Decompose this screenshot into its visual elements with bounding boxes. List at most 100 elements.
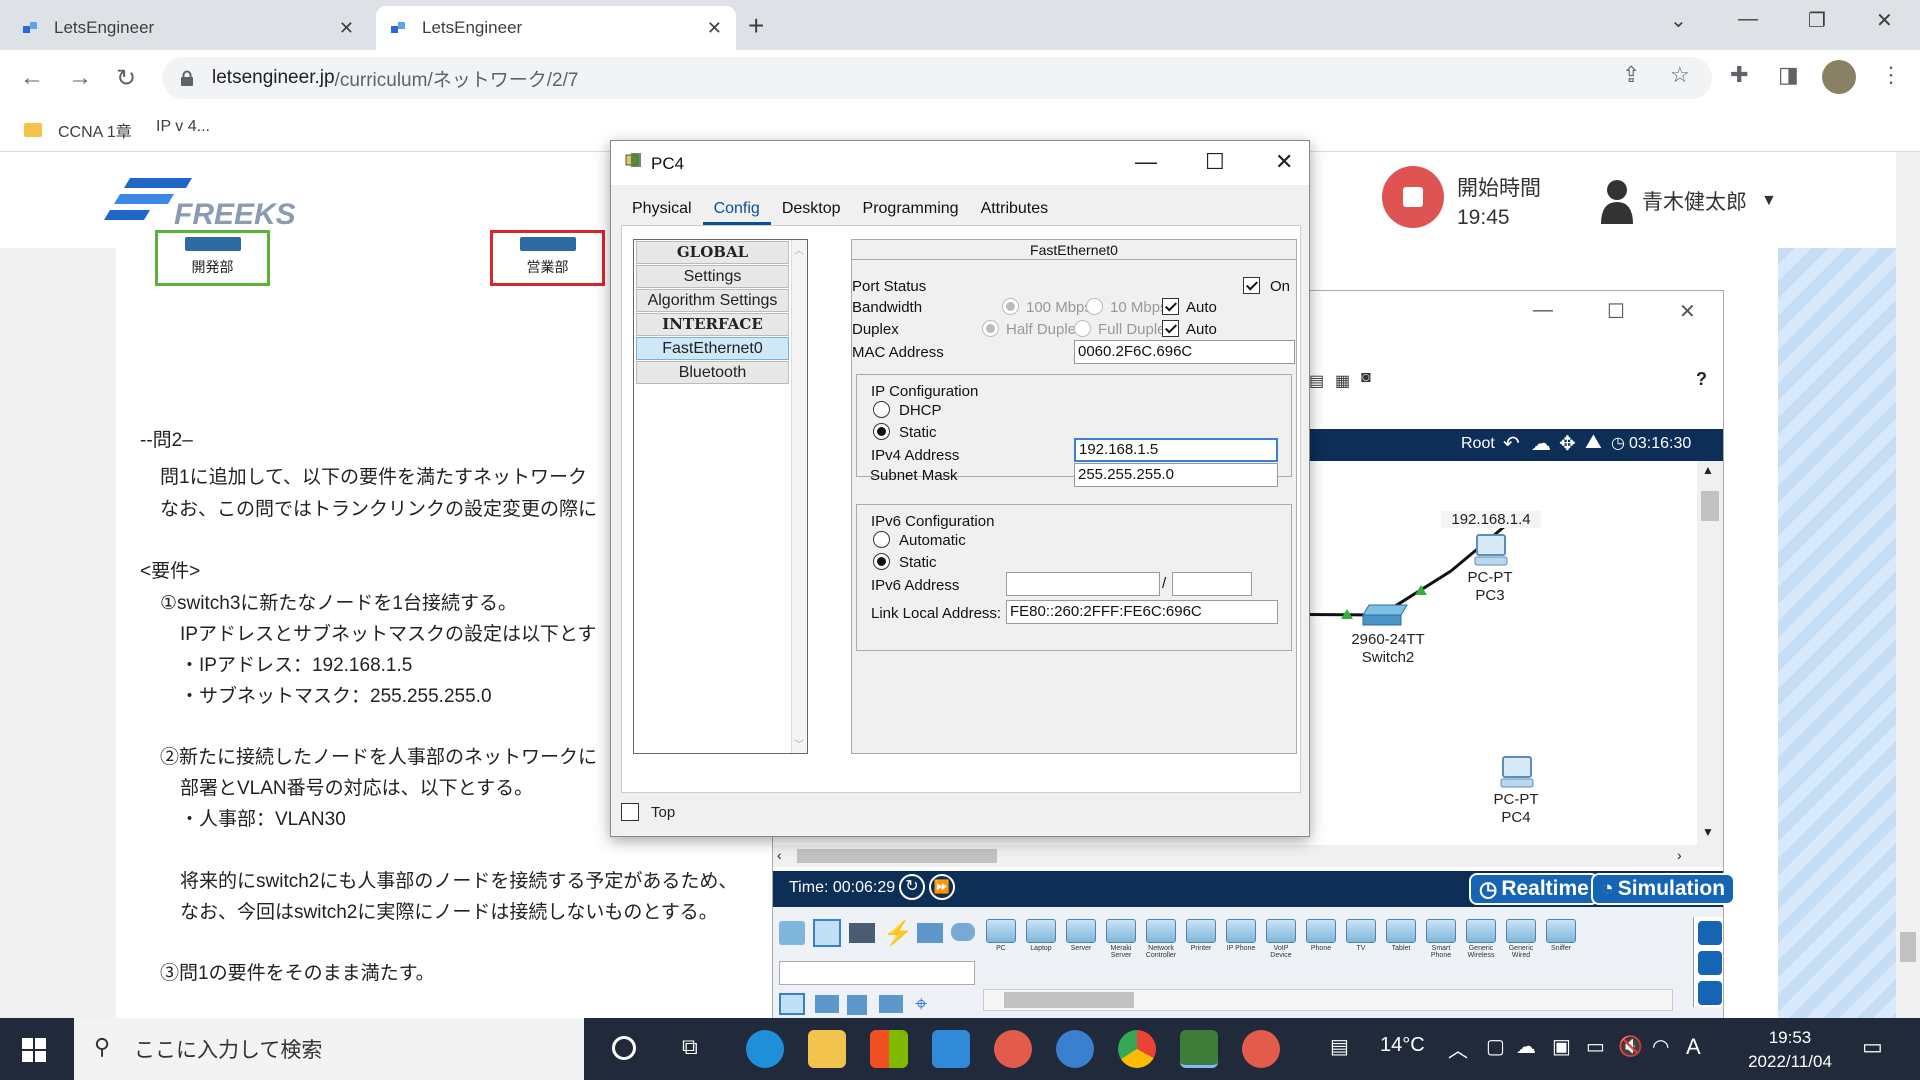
mac-address-field[interactable]: 0060.2F6C.696C [1074, 340, 1295, 364]
close-icon[interactable]: ✕ [1275, 149, 1293, 175]
cortana-icon[interactable] [612, 1036, 636, 1060]
industrial-icon[interactable] [847, 995, 867, 1015]
tab-close-icon[interactable]: ✕ [707, 18, 722, 39]
tray-icon[interactable]: ▣ [1552, 1034, 1571, 1059]
bandwidth-100-radio[interactable] [1002, 298, 1019, 315]
close-icon[interactable]: ✕ [1679, 299, 1696, 324]
device-phone[interactable]: Phone [1303, 919, 1339, 952]
menu-kebab-icon[interactable]: ⋮ [1880, 62, 1902, 88]
taskbar-clock[interactable]: 19:53 2022/11/04 [1740, 1026, 1840, 1074]
pc-category-icon[interactable] [779, 993, 805, 1015]
maximize-icon[interactable]: ☐ [1607, 299, 1625, 324]
stop-timer-button[interactable] [1382, 166, 1444, 228]
workspace-vscroll[interactable]: ▲ ▼ [1697, 461, 1723, 845]
help-button[interactable]: ? [1696, 369, 1707, 390]
network-devices-icon[interactable] [779, 921, 805, 945]
tab-desktop[interactable]: Desktop [771, 197, 852, 225]
edge-icon[interactable] [746, 1030, 784, 1068]
device-generic-wireless[interactable]: Generic Wireless [1463, 919, 1499, 959]
device-list-scroll-thumb[interactable] [1004, 992, 1134, 1008]
power-cycle-icon[interactable]: ↻ [899, 874, 925, 900]
palette-icon[interactable]: ▦ [1335, 371, 1350, 391]
ipv6-static-radio[interactable] [873, 553, 890, 570]
share-icon[interactable]: ⇪ [1622, 62, 1640, 88]
link-local-address-field[interactable]: FE80::260:2FFF:FE6C:696C [1006, 600, 1278, 624]
pc4-icon[interactable] [1499, 755, 1535, 789]
device-pc[interactable]: PC [983, 919, 1019, 952]
root-label[interactable]: Root [1461, 435, 1495, 453]
scroll-left-icon[interactable]: ‹ [777, 847, 782, 863]
store-icon[interactable] [870, 1030, 908, 1068]
reload-icon[interactable]: ↻ [116, 64, 136, 93]
chrome-icon[interactable] [1118, 1030, 1156, 1068]
realtime-mode-button[interactable]: ◷ Realtime [1469, 873, 1599, 905]
restore-icon[interactable]: ❐ [1808, 8, 1826, 33]
scroll-up-icon[interactable]: ▲ [1702, 463, 1714, 477]
device-search-field[interactable] [779, 961, 975, 985]
minimize-icon[interactable]: — [1738, 8, 1758, 31]
tab-attributes[interactable]: Attributes [970, 197, 1060, 225]
switch2-icon[interactable] [1361, 603, 1409, 627]
port-status-checkbox[interactable] [1243, 277, 1260, 294]
mail-icon[interactable] [932, 1030, 970, 1068]
scroll-down-icon[interactable]: ▼ [1702, 825, 1714, 839]
nav-item-fastethernet0[interactable]: FastEthernet0 [636, 337, 789, 360]
multiuser-icon[interactable] [951, 923, 975, 941]
nav-list-scrollbar[interactable]: ︿ ﹀ [791, 240, 807, 753]
file-explorer-icon[interactable] [808, 1030, 846, 1068]
device-server[interactable]: Server [1063, 919, 1099, 952]
minimize-icon[interactable]: — [1533, 299, 1553, 322]
bandwidth-auto-checkbox[interactable] [1162, 298, 1179, 315]
browser-tab-active[interactable]: LetsEngineer ✕ [376, 6, 736, 50]
tab-close-icon[interactable]: ✕ [339, 18, 354, 39]
simulation-mode-button[interactable]: ◔ Simulation [1591, 873, 1736, 905]
tray-chevron-icon[interactable]: ︿ [1448, 1034, 1468, 1063]
bookmark-star-icon[interactable]: ☆ [1670, 62, 1690, 88]
device-smart-phone[interactable]: Smart Phone [1423, 919, 1459, 959]
task-view-icon[interactable]: ⧉ [682, 1034, 698, 1060]
misc-icon[interactable] [917, 923, 943, 943]
taskbar-search[interactable]: ⚲ ここに入力して検索 [74, 1018, 584, 1080]
bandwidth-10-radio[interactable] [1086, 298, 1103, 315]
windows-start-icon[interactable] [22, 1038, 46, 1062]
device-sniffer[interactable]: Sniffer [1543, 919, 1579, 952]
scroll-up-icon[interactable]: ︿ [794, 242, 804, 257]
side-panel-icon[interactable]: ◨ [1778, 62, 1799, 88]
device-meraki-server[interactable]: Meraki Server [1103, 919, 1139, 959]
full-duplex-radio[interactable] [1074, 320, 1091, 337]
top-checkbox[interactable] [621, 803, 639, 821]
device-ip-phone[interactable]: IP Phone [1223, 919, 1259, 952]
background-icon[interactable]: ⛰ [1585, 431, 1602, 454]
tab-physical[interactable]: Physical [621, 197, 703, 225]
tab-programming[interactable]: Programming [852, 197, 970, 225]
device-tablet[interactable]: Tablet [1383, 919, 1419, 952]
nav-item-algorithm-settings[interactable]: Algorithm Settings [636, 289, 789, 312]
fast-forward-icon[interactable]: ⏩ [929, 874, 955, 900]
maximize-icon[interactable]: ☐ [1205, 149, 1225, 175]
extensions-icon[interactable]: ✚ [1730, 62, 1748, 88]
at-menu-icon[interactable] [1056, 1030, 1094, 1068]
tower-icon[interactable]: ⌖ [915, 991, 927, 1017]
app-icon[interactable] [1242, 1030, 1280, 1068]
profile-avatar[interactable] [1822, 60, 1856, 94]
page-scrollbar[interactable] [1896, 152, 1920, 1018]
ime-indicator[interactable]: A [1686, 1034, 1701, 1060]
half-duplex-radio[interactable] [982, 320, 999, 337]
subnet-mask-input[interactable]: 255.255.255.0 [1074, 463, 1278, 487]
app-icon[interactable] [994, 1030, 1032, 1068]
components-icon[interactable] [849, 923, 875, 943]
nav-item-settings[interactable]: Settings [636, 265, 789, 288]
user-menu[interactable]: 青木健太郎 ▼ [1600, 178, 1777, 224]
device-printer[interactable]: Printer [1183, 919, 1219, 952]
list-icon[interactable] [1698, 981, 1722, 1005]
vscroll-thumb[interactable] [1701, 491, 1719, 521]
url-bar[interactable]: letsengineer.jp/curriculum/ネットワーク/2/7 [162, 57, 1712, 99]
connections-icon[interactable]: ⚡ [883, 919, 913, 948]
move-icon[interactable]: ✥ [1559, 431, 1576, 456]
cloud-icon[interactable]: ☁ [1531, 431, 1551, 456]
viewport-icon[interactable]: ◙ [1361, 369, 1371, 387]
edit-icon[interactable] [1698, 951, 1722, 975]
device-network-controller[interactable]: Network Controller [1143, 919, 1179, 959]
device-list-scrollbar[interactable] [983, 989, 1673, 1011]
freeks-logo[interactable]: FREEKS [100, 174, 320, 234]
